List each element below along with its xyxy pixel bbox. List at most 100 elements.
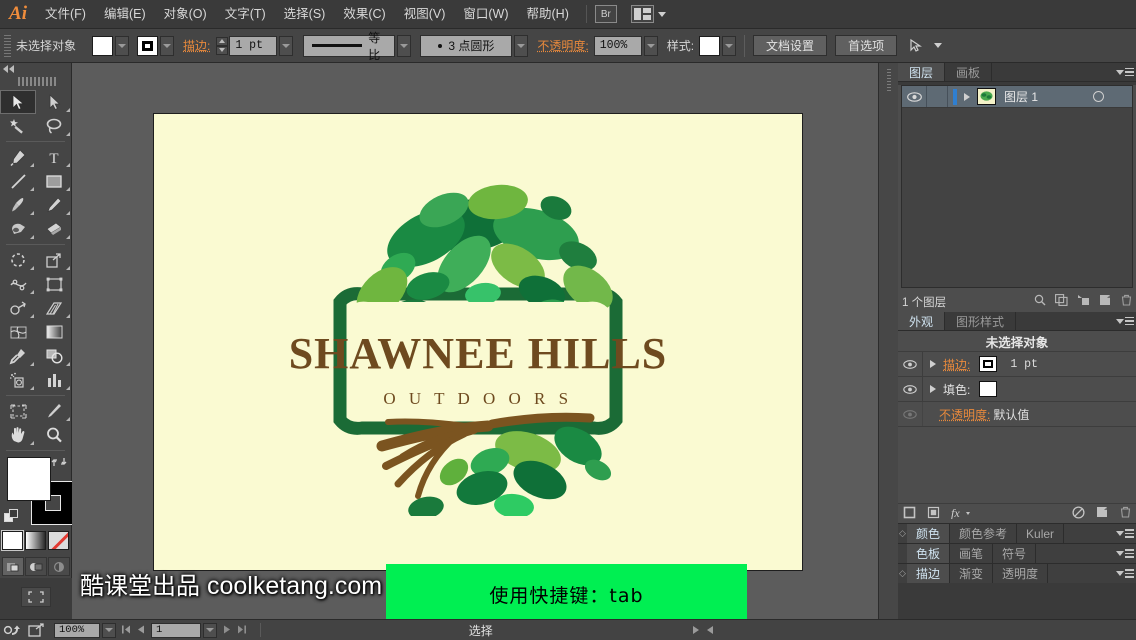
tab-symbols[interactable]: 符号 [993,544,1037,563]
preferences-button[interactable]: 首选项 [835,35,898,56]
line-segment-tool[interactable] [0,169,36,193]
previous-artboard-icon[interactable] [137,625,145,636]
tab-graphic-styles[interactable]: 图形样式 [945,312,1017,330]
hand-tool[interactable] [0,423,36,447]
opacity-visibility-icon[interactable] [898,402,923,426]
fill-disclosure-icon[interactable] [930,385,936,393]
panel-gap-strip[interactable] [878,63,898,640]
menu-edit[interactable]: 编辑(E) [95,0,155,29]
menu-help[interactable]: 帮助(H) [518,0,578,29]
delete-layer-icon[interactable] [1121,294,1132,309]
stroke-group-grip-icon[interactable]: ◇ [898,568,907,579]
appearance-row-fill[interactable]: 填色: [898,377,1136,402]
fill-row-label[interactable]: 填色: [943,381,970,398]
draw-behind-icon[interactable] [24,557,47,576]
perspective-grid-tool[interactable] [36,296,72,320]
artboard-number-field[interactable]: 1 [151,622,201,638]
document-canvas[interactable]: SHAWNEE HILLS O U T D O O R S 使用快捷键：tab … [72,63,878,619]
select-similar-dropdown-icon[interactable] [934,43,943,48]
blend-tool[interactable] [36,344,72,368]
tab-swatches[interactable]: 色板 [907,544,951,563]
color-group-grip-icon[interactable]: ◇ [898,528,907,539]
status-expand-icon[interactable] [692,626,699,634]
brush-definition-combo[interactable]: 3 点圆形 [420,34,513,57]
appearance-panel-menu-icon[interactable] [1114,312,1136,330]
tab-layers[interactable]: 图层 [898,63,946,81]
layer-name[interactable]: 图层 1 [1004,88,1038,105]
locate-object-icon[interactable] [1034,294,1046,309]
eyedropper-tool[interactable] [0,344,36,368]
fill-swatch-toolbox[interactable] [7,457,51,501]
width-profile-combo[interactable]: 等比 [303,31,396,62]
layers-panel-menu-icon[interactable] [1114,63,1136,81]
layer-lock-cell[interactable] [926,86,948,107]
tab-stroke[interactable]: 描边 [907,564,951,583]
tab-brushes[interactable]: 画笔 [950,544,994,563]
menu-window[interactable]: 窗口(W) [454,0,517,29]
tab-appearance[interactable]: 外观 [898,312,946,330]
swatches-panel-menu-icon[interactable] [1114,549,1136,558]
symbol-sprayer-tool[interactable] [0,368,36,392]
first-artboard-icon[interactable] [122,625,131,636]
color-panel-menu-icon[interactable] [1114,529,1136,538]
paintbrush-tool[interactable] [0,193,36,217]
new-layer-icon[interactable] [1099,294,1112,309]
menu-effect[interactable]: 效果(C) [334,0,394,29]
table-row[interactable]: 图层 1 [902,86,1132,108]
slice-tool[interactable] [36,399,72,423]
clear-appearance-icon[interactable] [1072,505,1085,522]
swap-fill-stroke-icon[interactable] [51,455,67,469]
add-new-fill-icon[interactable] [927,506,940,522]
chevron-down-icon[interactable] [657,11,666,17]
type-tool[interactable]: T [36,145,72,169]
stroke-disclosure-icon[interactable] [930,360,936,368]
document-setup-button[interactable]: 文档设置 [753,35,828,56]
tab-kuler[interactable]: Kuler [1017,524,1065,543]
scale-tool[interactable] [36,248,72,272]
draw-inside-icon[interactable] [47,557,70,576]
stroke-panel-menu-icon[interactable] [1114,569,1136,578]
appearance-row-opacity[interactable]: 不透明度: 默认值 [898,402,1136,427]
arrange-documents-icon[interactable] [630,5,654,23]
change-screen-mode-icon[interactable] [20,587,51,607]
width-profile-dropdown-icon[interactable] [397,34,412,57]
pen-tool[interactable] [0,145,36,169]
pencil-tool[interactable] [36,193,72,217]
delete-item-icon[interactable] [1120,506,1131,521]
scroll-left-icon[interactable] [706,626,713,634]
opacity-row-value[interactable]: 默认值 [993,406,1029,423]
column-graph-tool[interactable] [36,368,72,392]
add-new-effect-icon[interactable]: fx [951,506,971,522]
graphic-style-dropdown-icon[interactable] [722,35,737,56]
last-artboard-icon[interactable] [237,625,246,636]
direct-selection-tool[interactable] [36,90,72,114]
shape-builder-tool[interactable] [0,296,36,320]
bridge-icon[interactable]: Br [594,5,617,23]
tab-gradient[interactable]: 渐变 [950,564,994,583]
brush-definition-dropdown-icon[interactable] [514,34,529,57]
stroke-weight-dropdown-icon[interactable] [279,35,294,56]
eraser-tool[interactable] [36,217,72,241]
tab-artboards[interactable]: 画板 [945,63,993,81]
fill-color-swatch[interactable] [92,35,114,56]
zoom-level-field[interactable]: 100% [54,622,100,638]
zoom-dropdown-icon[interactable] [102,622,116,638]
toolbox-grip[interactable] [15,76,56,87]
default-fill-stroke-icon[interactable] [4,509,20,525]
tab-color-guide[interactable]: 颜色参考 [950,524,1018,543]
menu-file[interactable]: 文件(F) [36,0,95,29]
menu-select[interactable]: 选择(S) [275,0,335,29]
stroke-weight-stepper[interactable] [216,36,229,55]
fill-row-swatch[interactable] [979,381,998,397]
artboard-nav-last[interactable] [223,625,246,636]
opacity-label[interactable]: 不透明度: [537,37,588,54]
mesh-tool[interactable] [0,320,36,344]
opacity-field[interactable]: 100% [593,35,642,56]
graphic-style-swatch[interactable] [699,35,721,56]
layer-disclosure-icon[interactable] [964,92,970,101]
layer-target-icon[interactable] [1093,91,1104,102]
stroke-weight-label[interactable]: 描边: [183,37,210,54]
fill-dropdown-icon[interactable] [115,35,130,56]
free-transform-tool[interactable] [36,272,72,296]
zoom-tool[interactable] [36,423,72,447]
